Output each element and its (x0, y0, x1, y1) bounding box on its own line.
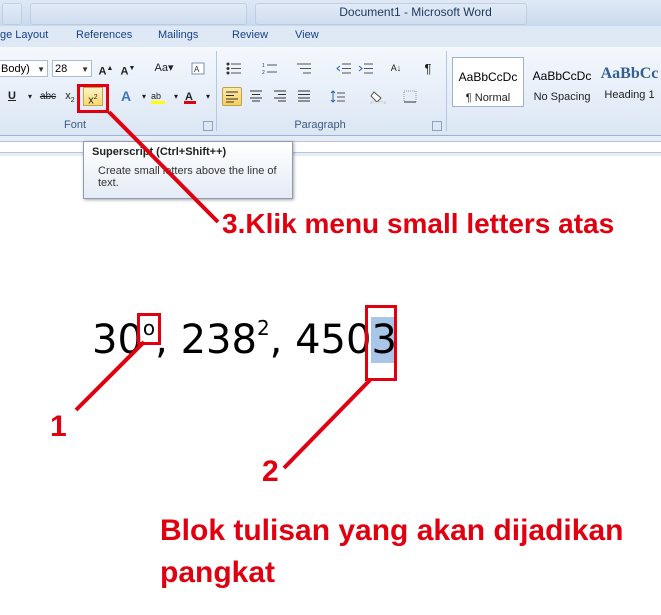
annotation-step-2: 2 (262, 455, 279, 488)
annotation-note: Blok tulisan yang akan dijadikan pangkat (160, 514, 624, 589)
annotation-step-1: 1 (50, 410, 67, 443)
annotation-step-3: 3.Klik menu small letters atas (222, 208, 615, 239)
